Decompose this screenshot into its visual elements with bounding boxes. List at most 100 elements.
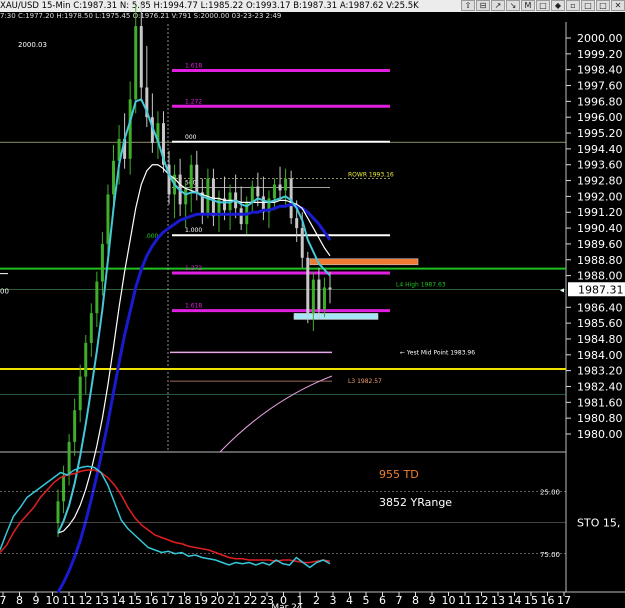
time-label: 18 xyxy=(178,594,192,607)
time-label: 17 xyxy=(557,594,571,607)
candle-body xyxy=(106,194,110,244)
stoch-axis-label-25: 25.00 xyxy=(540,488,560,496)
top-left-label: 2000.03 xyxy=(18,41,47,49)
pink-curve xyxy=(219,375,333,453)
candle-body xyxy=(56,501,60,524)
fib-label-4: 1.000 xyxy=(185,227,202,234)
price-label: 1992.80 xyxy=(577,175,623,188)
candle-body xyxy=(295,218,299,229)
price-label: 1996.00 xyxy=(577,111,623,124)
price-label: 1981.60 xyxy=(577,396,623,409)
fib-label-2: 000 xyxy=(185,134,197,141)
price-label: 1999.20 xyxy=(577,48,623,61)
time-label: 13 xyxy=(95,594,109,607)
time-label: 19 xyxy=(194,594,208,607)
price-label: 1996.80 xyxy=(577,95,623,108)
time-label: 14 xyxy=(508,594,522,607)
time-label: 16 xyxy=(541,594,555,607)
candle-body xyxy=(89,313,93,343)
candle-body xyxy=(256,186,260,197)
time-label: 12 xyxy=(79,594,93,607)
time-label: 8 xyxy=(412,594,419,607)
candle-body xyxy=(128,99,132,159)
price-label: 1983.20 xyxy=(577,365,623,378)
candle-body xyxy=(284,178,288,191)
candle-body xyxy=(250,186,254,203)
candle-body xyxy=(322,287,326,310)
candle-body xyxy=(189,164,193,189)
current-price-label: 1987.31 xyxy=(578,283,624,296)
candle-body xyxy=(95,281,99,314)
candle-body xyxy=(84,342,88,377)
price-label: 1992.00 xyxy=(577,190,623,203)
time-label: 15 xyxy=(524,594,538,607)
fib-label-1: 1.272 xyxy=(185,98,202,105)
candle-body xyxy=(300,228,304,258)
candle-body xyxy=(328,287,332,290)
candle-body xyxy=(73,410,77,442)
time-label: 9 xyxy=(429,594,436,607)
candle-body xyxy=(311,279,315,314)
l4-label: L4 High 1987.63 xyxy=(396,281,446,288)
price-label: 1989.60 xyxy=(577,238,623,251)
time-sub-label: Mar 24 xyxy=(271,603,303,608)
price-label: 2000.00 xyxy=(577,32,623,45)
time-label: 12 xyxy=(475,594,489,607)
candle-body xyxy=(239,208,243,225)
ma-slow-line xyxy=(56,202,332,594)
candle-body xyxy=(78,376,82,411)
time-label: 8 xyxy=(16,594,23,607)
time-label: 7 xyxy=(396,594,403,607)
td-label: 955 TD xyxy=(379,468,419,481)
candle-body xyxy=(62,475,66,502)
time-label: 11 xyxy=(458,594,472,607)
time-label: 10 xyxy=(46,594,60,607)
candle-body xyxy=(134,26,138,100)
candle-body xyxy=(100,243,104,282)
candle-body xyxy=(139,26,143,88)
current-price-arrow: ◂ xyxy=(560,285,564,294)
price-label: 1980.80 xyxy=(577,412,623,425)
time-label: 17 xyxy=(161,594,175,607)
price-label: 1991.20 xyxy=(577,206,623,219)
price-label: 1984.80 xyxy=(577,333,623,346)
price-label: 1990.40 xyxy=(577,222,623,235)
price-label: 1988.80 xyxy=(577,254,623,267)
time-label: 3 xyxy=(330,594,337,607)
candle-body xyxy=(289,178,293,219)
price-label: 1994.40 xyxy=(577,143,623,156)
stoch-k-line xyxy=(0,465,331,569)
time-label: 20 xyxy=(211,594,225,607)
time-label: 14 xyxy=(112,594,126,607)
sto-label: STO 15, xyxy=(577,517,620,530)
time-label: 9 xyxy=(33,594,40,607)
price-label: 1985.60 xyxy=(577,317,623,330)
time-label: 7 xyxy=(0,594,7,607)
time-label: 11 xyxy=(62,594,76,607)
time-label: 10 xyxy=(442,594,456,607)
candle-body xyxy=(112,160,116,195)
candle-body xyxy=(195,164,199,193)
time-label: 6 xyxy=(379,594,386,607)
time-label: 22 xyxy=(244,594,258,607)
fib-label-6: 1.618 xyxy=(185,303,202,310)
chart-canvas: 2000.00 1999.20 1998.40 1997.60 1996.80 1996.… xyxy=(0,4,625,608)
candle-body xyxy=(67,441,71,476)
price-label: 1986.40 xyxy=(577,301,623,314)
cyan-box xyxy=(293,313,379,320)
time-label: 15 xyxy=(128,594,142,607)
candle-body xyxy=(278,184,282,191)
price-label: 1988.00 xyxy=(577,270,623,283)
time-label: 13 xyxy=(491,594,505,607)
time-label: 16 xyxy=(145,594,159,607)
candle-body xyxy=(306,257,310,314)
left-stub-label: 00 xyxy=(0,287,9,295)
time-label: 21 xyxy=(227,594,241,607)
price-label: 1982.40 xyxy=(577,380,623,393)
yest-mid-label: ← Yest Mid Point 1983.96 xyxy=(400,349,475,356)
price-label: 1980.00 xyxy=(577,428,623,441)
stoch-d-line xyxy=(0,469,331,564)
ma-white-line xyxy=(57,164,331,534)
price-label: 1998.40 xyxy=(577,64,623,77)
price-label: 1993.60 xyxy=(577,159,623,172)
